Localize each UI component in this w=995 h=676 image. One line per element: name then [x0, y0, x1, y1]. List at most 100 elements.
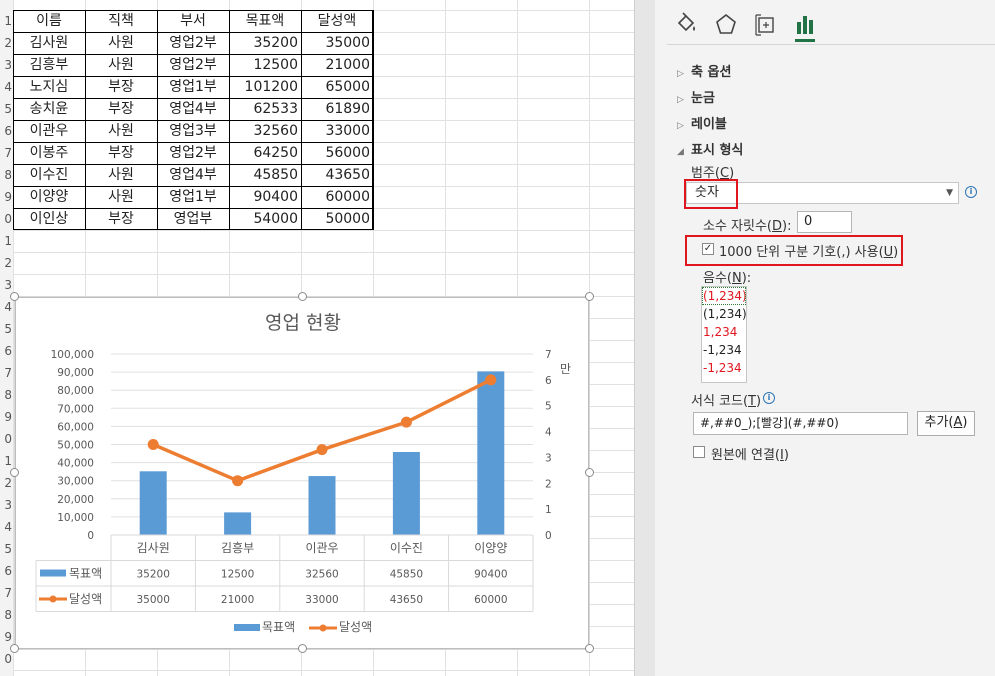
resize-handle[interactable] [10, 644, 19, 653]
table-cell[interactable]: 목표액 [229, 10, 301, 32]
spreadsheet-area[interactable]: 1234567890123456789012345678901 이름직책부서목표… [0, 0, 634, 676]
table-cell[interactable]: 영업1부 [157, 186, 229, 208]
table-cell[interactable]: 60000 [301, 186, 373, 208]
row-header[interactable]: 9 [0, 186, 13, 208]
format-code-input[interactable]: #,##0_);[빨강](#,##0) [693, 412, 908, 435]
table-cell[interactable]: 이봉주 [13, 142, 85, 164]
table-cell[interactable]: 21000 [301, 54, 373, 76]
row-header[interactable]: 1 [0, 230, 13, 252]
table-cell[interactable]: 영업4부 [157, 164, 229, 186]
row-header[interactable]: 8 [0, 164, 13, 186]
table-cell[interactable]: 56000 [301, 142, 373, 164]
table-cell[interactable]: 영업3부 [157, 120, 229, 142]
resize-handle[interactable] [10, 468, 19, 477]
table-cell[interactable]: 노지심 [13, 76, 85, 98]
row-header[interactable]: 1 [0, 10, 13, 32]
resize-handle[interactable] [10, 292, 19, 301]
table-cell[interactable]: 김사원 [13, 32, 85, 54]
row-header[interactable]: 9 [0, 406, 13, 428]
row-header[interactable]: 7 [0, 142, 13, 164]
section-ticks[interactable]: ▷ 눈금 [677, 87, 715, 106]
info-icon[interactable]: i [763, 392, 775, 404]
negative-format-option[interactable]: -1,234 [702, 359, 746, 377]
row-header[interactable]: 0 [0, 428, 13, 450]
table-cell[interactable]: 12500 [229, 54, 301, 76]
table-cell[interactable]: 43650 [301, 164, 373, 186]
table-cell[interactable]: 64250 [229, 142, 301, 164]
table-cell[interactable]: 직책 [85, 10, 157, 32]
row-header[interactable] [0, 0, 13, 10]
table-cell[interactable]: 송치윤 [13, 98, 85, 120]
chart-canvas[interactable]: 영업 현황 0 10,000 20,000 30,000 40,000 50,000 60,0… [16, 298, 590, 650]
resize-handle[interactable] [298, 292, 307, 301]
section-axis-options[interactable]: ▷ 축 옵션 [677, 61, 731, 80]
category-dropdown[interactable]: 숫자 ▼ [686, 182, 959, 204]
table-cell[interactable]: 김흥부 [13, 54, 85, 76]
table-cell[interactable]: 사원 [85, 186, 157, 208]
table-cell[interactable]: 이관우 [13, 120, 85, 142]
row-header[interactable]: 7 [0, 582, 13, 604]
table-cell[interactable]: 영업2부 [157, 142, 229, 164]
table-cell[interactable]: 이수진 [13, 164, 85, 186]
row-header[interactable]: 4 [0, 516, 13, 538]
row-header[interactable]: 8 [0, 604, 13, 626]
row-header[interactable]: 7 [0, 362, 13, 384]
table-cell[interactable]: 영업1부 [157, 76, 229, 98]
row-header[interactable]: 3 [0, 494, 13, 516]
info-icon[interactable]: i [965, 186, 977, 198]
resize-handle[interactable] [298, 644, 307, 653]
size-properties-icon[interactable] [753, 12, 779, 38]
negative-format-option[interactable]: 1,234 [702, 323, 746, 341]
table-cell[interactable]: 영업2부 [157, 32, 229, 54]
row-header[interactable]: 6 [0, 340, 13, 362]
table-cell[interactable]: 33000 [301, 120, 373, 142]
table-cell[interactable]: 달성액 [301, 10, 373, 32]
row-header[interactable]: 5 [0, 538, 13, 560]
bar-chart-icon[interactable] [793, 12, 819, 38]
pane-divider[interactable] [634, 0, 655, 676]
table-cell[interactable]: 65000 [301, 76, 373, 98]
table-cell[interactable]: 90400 [229, 186, 301, 208]
table-cell[interactable]: 101200 [229, 76, 301, 98]
negative-number-list[interactable]: (1,234) (1,234) 1,234 -1,234 -1,234 [701, 286, 747, 383]
table-cell[interactable]: 부장 [85, 98, 157, 120]
combo-chart[interactable]: 영업 현황 0 10,000 20,000 30,000 40,000 50,000 60,0… [15, 297, 589, 649]
section-labels[interactable]: ▷ 레이블 [677, 113, 727, 132]
chart-title[interactable]: 영업 현황 [265, 312, 341, 334]
negative-format-option[interactable]: (1,234) [702, 287, 747, 305]
table-cell[interactable]: 사원 [85, 32, 157, 54]
table-cell[interactable]: 영업2부 [157, 54, 229, 76]
row-header[interactable]: 6 [0, 120, 13, 142]
row-header[interactable]: 3 [0, 54, 13, 76]
thousand-separator-checkbox[interactable]: ✓ [702, 243, 714, 255]
table-cell[interactable]: 부장 [85, 76, 157, 98]
row-header[interactable]: 2 [0, 252, 13, 274]
table-cell[interactable]: 영업4부 [157, 98, 229, 120]
section-number-format[interactable]: ◢ 표시 형식 [677, 139, 743, 158]
table-cell[interactable]: 사원 [85, 54, 157, 76]
table-cell[interactable]: 부장 [85, 142, 157, 164]
table-cell[interactable]: 사원 [85, 164, 157, 186]
table-cell[interactable]: 61890 [301, 98, 373, 120]
row-header[interactable]: 6 [0, 560, 13, 582]
resize-handle[interactable] [585, 468, 594, 477]
table-cell[interactable]: 54000 [229, 208, 301, 230]
table-cell[interactable]: 사원 [85, 120, 157, 142]
table-cell[interactable]: 50000 [301, 208, 373, 230]
row-header[interactable]: 2 [0, 32, 13, 54]
row-header[interactable]: 8 [0, 384, 13, 406]
table-cell[interactable]: 62533 [229, 98, 301, 120]
negative-format-option[interactable]: -1,234 [702, 341, 746, 359]
resize-handle[interactable] [585, 292, 594, 301]
decimal-places-input[interactable]: 0 [797, 211, 852, 233]
table-cell[interactable]: 35200 [229, 32, 301, 54]
pentagon-icon[interactable] [713, 12, 739, 38]
row-header[interactable]: 1 [0, 670, 13, 676]
fill-bucket-icon[interactable] [673, 12, 699, 38]
link-to-source-checkbox[interactable] [693, 446, 705, 458]
table-cell[interactable]: 부장 [85, 208, 157, 230]
table-cell[interactable]: 35000 [301, 32, 373, 54]
add-format-button[interactable]: 추가(A) [917, 411, 975, 436]
table-cell[interactable]: 이름 [13, 10, 85, 32]
table-cell[interactable]: 이인상 [13, 208, 85, 230]
